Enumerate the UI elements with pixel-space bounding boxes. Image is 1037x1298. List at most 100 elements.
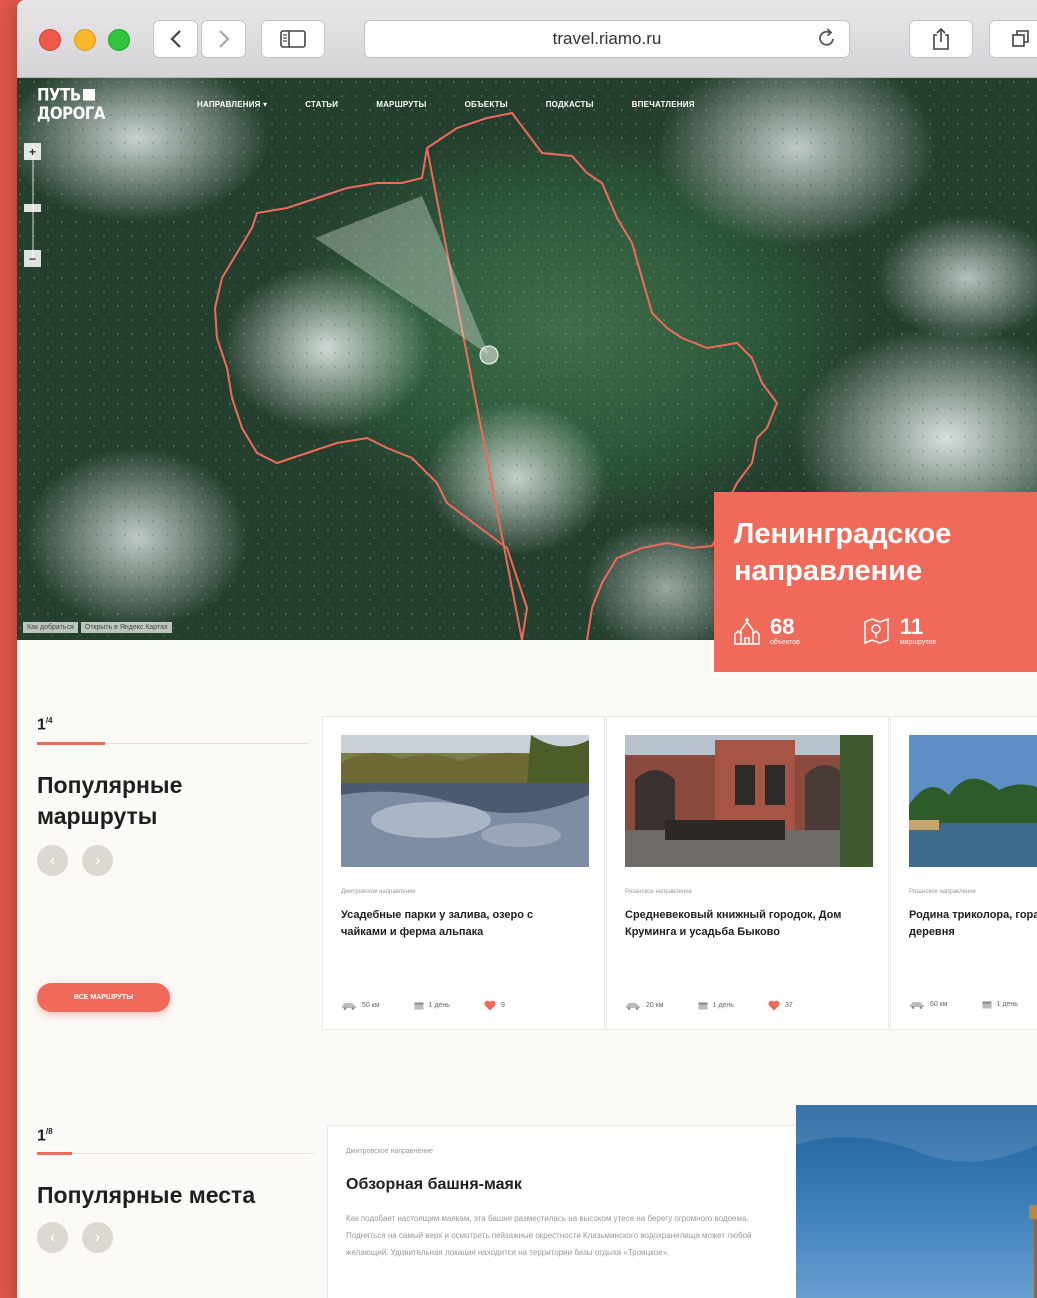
route-title[interactable]: Средневековый книжный городок, Дом Круми… <box>625 907 865 941</box>
map-route-link[interactable]: Как добраться <box>23 622 78 633</box>
chevron-left-icon: ‹ <box>49 851 56 869</box>
place-photo <box>796 1105 1037 1298</box>
calendar-icon <box>414 1002 424 1010</box>
nav-item-routes[interactable]: Маршруты <box>376 100 426 109</box>
route-meta: 20 км 1 день 37 <box>625 1000 827 1011</box>
all-routes-button[interactable]: Все маршруты <box>37 983 170 1012</box>
route-card[interactable]: Дмитровское направление Усадебные парки … <box>322 716 605 1030</box>
place-direction: Дмитровское направление <box>346 1148 434 1155</box>
route-likes: 9 <box>500 1002 505 1009</box>
url-text: travel.riamo.ru <box>552 29 662 48</box>
calendar-icon <box>698 1002 708 1010</box>
places-section-title: Популярные места <box>37 1182 256 1208</box>
route-distance: 50 км <box>362 1002 380 1009</box>
route-photo <box>625 735 873 867</box>
routes-prev-button[interactable]: ‹ <box>37 845 68 876</box>
objects-label: объектов <box>770 639 800 646</box>
forward-button[interactable] <box>201 20 246 58</box>
route-title[interactable]: Родина триколора, гора, заброшенная дере… <box>909 907 1037 941</box>
nav-item-directions[interactable]: Направления ▾ <box>197 100 267 109</box>
logo-line-1: ПУТЬ <box>37 86 105 104</box>
browser-toolbar: travel.riamo.ru <box>17 0 1037 78</box>
places-divider <box>37 1153 315 1154</box>
route-duration: 1 день <box>712 1002 734 1009</box>
places-prev-button[interactable]: ‹ <box>37 1222 68 1253</box>
nav-item-impressions[interactable]: Впечатления <box>632 100 695 109</box>
place-description: Как подобает настоящим маякам, эта башня… <box>346 1214 752 1257</box>
chevron-left-icon <box>169 30 181 48</box>
place-card[interactable]: Дмитровское направление Обзорная башня-м… <box>327 1125 797 1298</box>
routes-counter: 1/4 <box>37 716 53 734</box>
route-distance: 20 км <box>646 1002 664 1009</box>
center-marker <box>479 345 499 365</box>
browser-window: travel.riamo.ru ПУТЬ ДОРОГА НАПРАВЛЕНИЯ … <box>17 0 1037 1298</box>
direction-stats: 68 объектов 11 маршрутов <box>732 616 998 647</box>
route-direction: Рязанское направление <box>625 889 692 895</box>
zoom-in-button[interactable]: + <box>24 143 41 160</box>
back-button[interactable] <box>153 20 198 58</box>
route-map-icon <box>864 617 889 645</box>
chevron-right-icon: › <box>94 1228 101 1246</box>
car-icon <box>910 1001 924 1009</box>
zoom-slider-track[interactable] <box>32 143 34 261</box>
reload-button[interactable] <box>817 27 837 55</box>
car-icon <box>342 1002 356 1010</box>
tabs-button[interactable] <box>989 20 1037 58</box>
routes-count: 11 <box>899 614 924 639</box>
objects-stat: 68 объектов <box>732 616 800 647</box>
sidebar-button[interactable] <box>261 20 325 58</box>
calendar-icon <box>982 1001 992 1009</box>
routes-section-title: Популярные маршруты <box>37 772 183 829</box>
share-button[interactable] <box>909 20 973 58</box>
routes-label: маршрутов <box>899 639 937 646</box>
route-likes: 37 <box>784 1002 793 1009</box>
tabs-icon <box>1012 30 1029 47</box>
objects-count: 68 <box>770 614 795 639</box>
close-window-button[interactable] <box>39 29 61 51</box>
heart-icon[interactable] <box>484 1000 496 1011</box>
map-credits: Как добраться Открыть в Яндекс.Картах <box>23 622 175 633</box>
chevron-right-icon <box>218 30 230 48</box>
route-photo <box>909 735 1037 867</box>
main-nav: Направления ▾ Статьи Маршруты Объекты По… <box>197 100 733 109</box>
route-card[interactable]: Рязанское направление Средневековый книж… <box>606 716 889 1030</box>
map-open-link[interactable]: Открыть в Яндекс.Картах <box>80 622 172 633</box>
reload-icon <box>819 28 834 46</box>
zoom-window-button[interactable] <box>108 29 130 51</box>
route-card[interactable]: Рязанское направление Родина триколора, … <box>890 716 1037 1030</box>
place-title[interactable]: Обзорная башня-маяк <box>346 1176 522 1194</box>
share-icon <box>933 27 949 50</box>
direction-title: Ленинградское направление <box>734 518 952 587</box>
zoom-slider-handle[interactable] <box>24 204 41 212</box>
car-icon <box>626 1002 640 1010</box>
route-photo <box>341 735 589 867</box>
chevron-right-icon: › <box>94 851 101 869</box>
chevron-left-icon: ‹ <box>49 1228 56 1246</box>
sidebar-icon <box>280 30 306 48</box>
church-icon <box>734 618 760 645</box>
nav-item-objects[interactable]: Объекты <box>465 100 508 109</box>
logo-line-2: ДОРОГА <box>37 102 106 124</box>
route-title[interactable]: Усадебные парки у залива, озеро с чайкам… <box>341 907 581 941</box>
route-direction: Рязанское направление <box>909 889 976 895</box>
direction-card[interactable]: Ленинградское направление 68 объектов 11… <box>714 492 1037 672</box>
route-meta: 60 км 1 день <box>909 1000 1037 1009</box>
zoom-out-button[interactable]: − <box>24 250 41 267</box>
places-counter: 1/8 <box>37 1127 53 1145</box>
route-direction: Дмитровское направление <box>341 889 416 895</box>
nav-item-podcasts[interactable]: Подкасты <box>546 100 594 109</box>
routes-next-button[interactable]: › <box>82 845 113 876</box>
address-bar[interactable]: travel.riamo.ru <box>364 20 850 58</box>
places-next-button[interactable]: › <box>82 1222 113 1253</box>
route-duration: 1 день <box>428 1002 450 1009</box>
heart-icon[interactable] <box>768 1000 780 1011</box>
places-progress <box>37 1152 72 1155</box>
nav-item-articles[interactable]: Статьи <box>305 100 338 109</box>
routes-stat: 11 маршрутов <box>862 616 936 647</box>
route-duration: 1 день <box>996 1001 1018 1008</box>
route-meta: 50 км 1 день 9 <box>341 1000 539 1011</box>
minimize-window-button[interactable] <box>74 29 96 51</box>
routes-progress <box>37 742 105 745</box>
site-logo[interactable]: ПУТЬ ДОРОГА <box>37 86 106 124</box>
chevron-down-icon: ▾ <box>263 100 268 109</box>
